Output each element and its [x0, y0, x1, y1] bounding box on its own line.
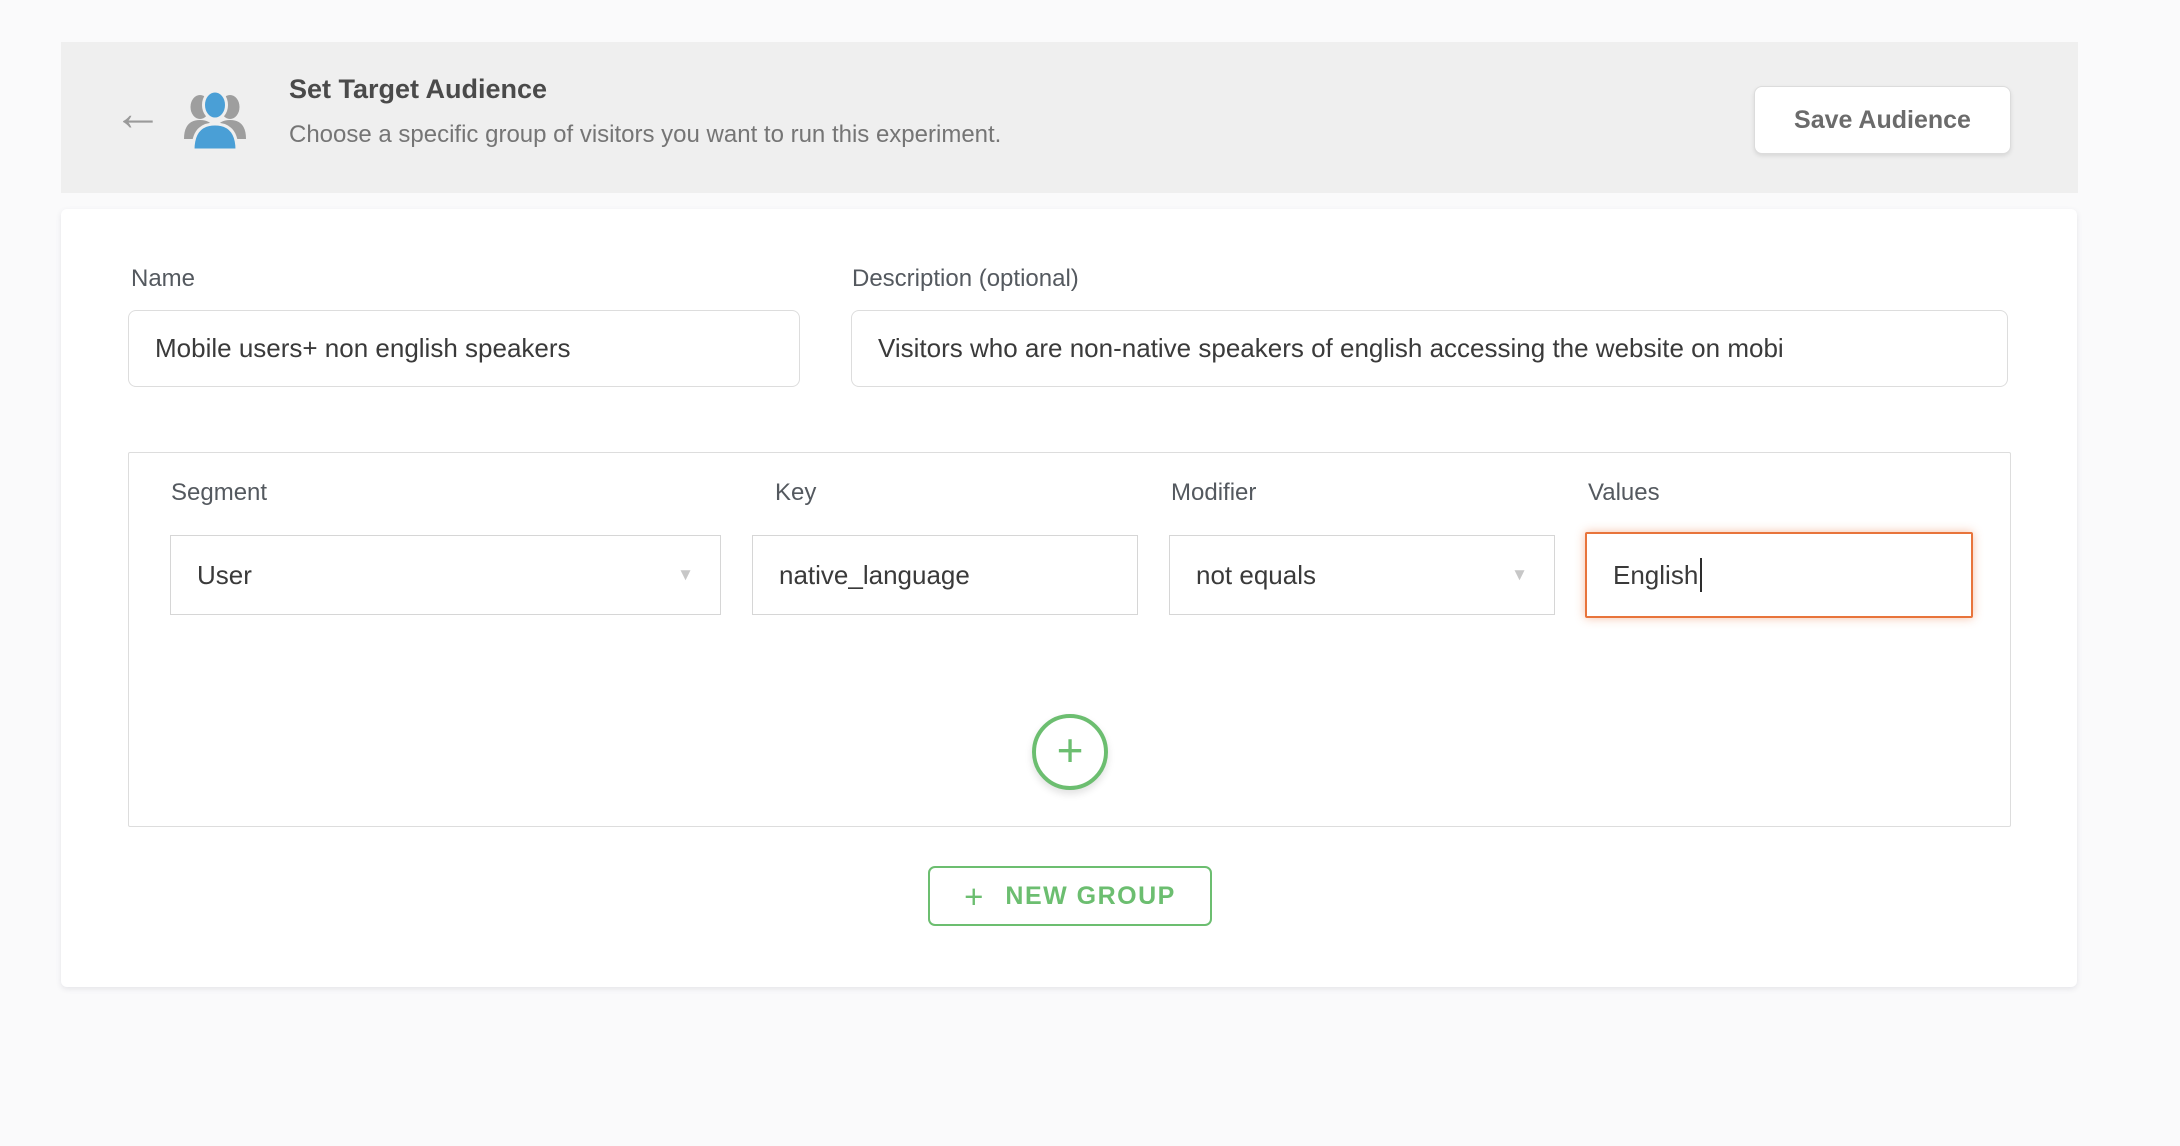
new-group-label: NEW GROUP [1005, 882, 1175, 911]
audience-form-card: Name Description (optional) Segment Key … [61, 209, 2077, 987]
values-input[interactable]: English [1585, 532, 1973, 618]
key-label: Key [775, 479, 816, 507]
page-title: Set Target Audience [289, 72, 1001, 106]
segment-select[interactable]: User ▼ [170, 535, 721, 615]
key-input[interactable] [752, 535, 1138, 615]
audience-name-input[interactable] [128, 310, 800, 387]
save-audience-button[interactable]: Save Audience [1754, 86, 2011, 154]
name-label: Name [131, 265, 195, 293]
condition-group-box: Segment Key Modifier Values User ▼ not e… [128, 452, 2011, 827]
new-group-button[interactable]: + NEW GROUP [928, 866, 1212, 926]
page-subtitle: Choose a specific group of visitors you … [289, 120, 1001, 150]
chevron-down-icon: ▼ [1511, 565, 1528, 585]
modifier-selected-value: not equals [1196, 560, 1316, 591]
values-label: Values [1588, 479, 1660, 507]
modifier-label: Modifier [1171, 479, 1256, 507]
chevron-down-icon: ▼ [677, 565, 694, 585]
audience-people-icon [183, 86, 247, 152]
add-condition-button[interactable]: + [1032, 714, 1108, 790]
description-label: Description (optional) [852, 265, 1079, 293]
modifier-select[interactable]: not equals ▼ [1169, 535, 1555, 615]
header-band: ← Set Target Audience Choose a specific … [61, 42, 2078, 193]
values-text: English [1613, 560, 1698, 591]
audience-description-input[interactable] [851, 310, 2008, 387]
text-cursor [1700, 558, 1702, 592]
plus-icon: + [964, 880, 983, 913]
segment-label: Segment [171, 479, 267, 507]
segment-selected-value: User [197, 560, 252, 591]
back-arrow-icon[interactable]: ← [113, 82, 163, 144]
header-text: Set Target Audience Choose a specific gr… [289, 72, 1001, 150]
